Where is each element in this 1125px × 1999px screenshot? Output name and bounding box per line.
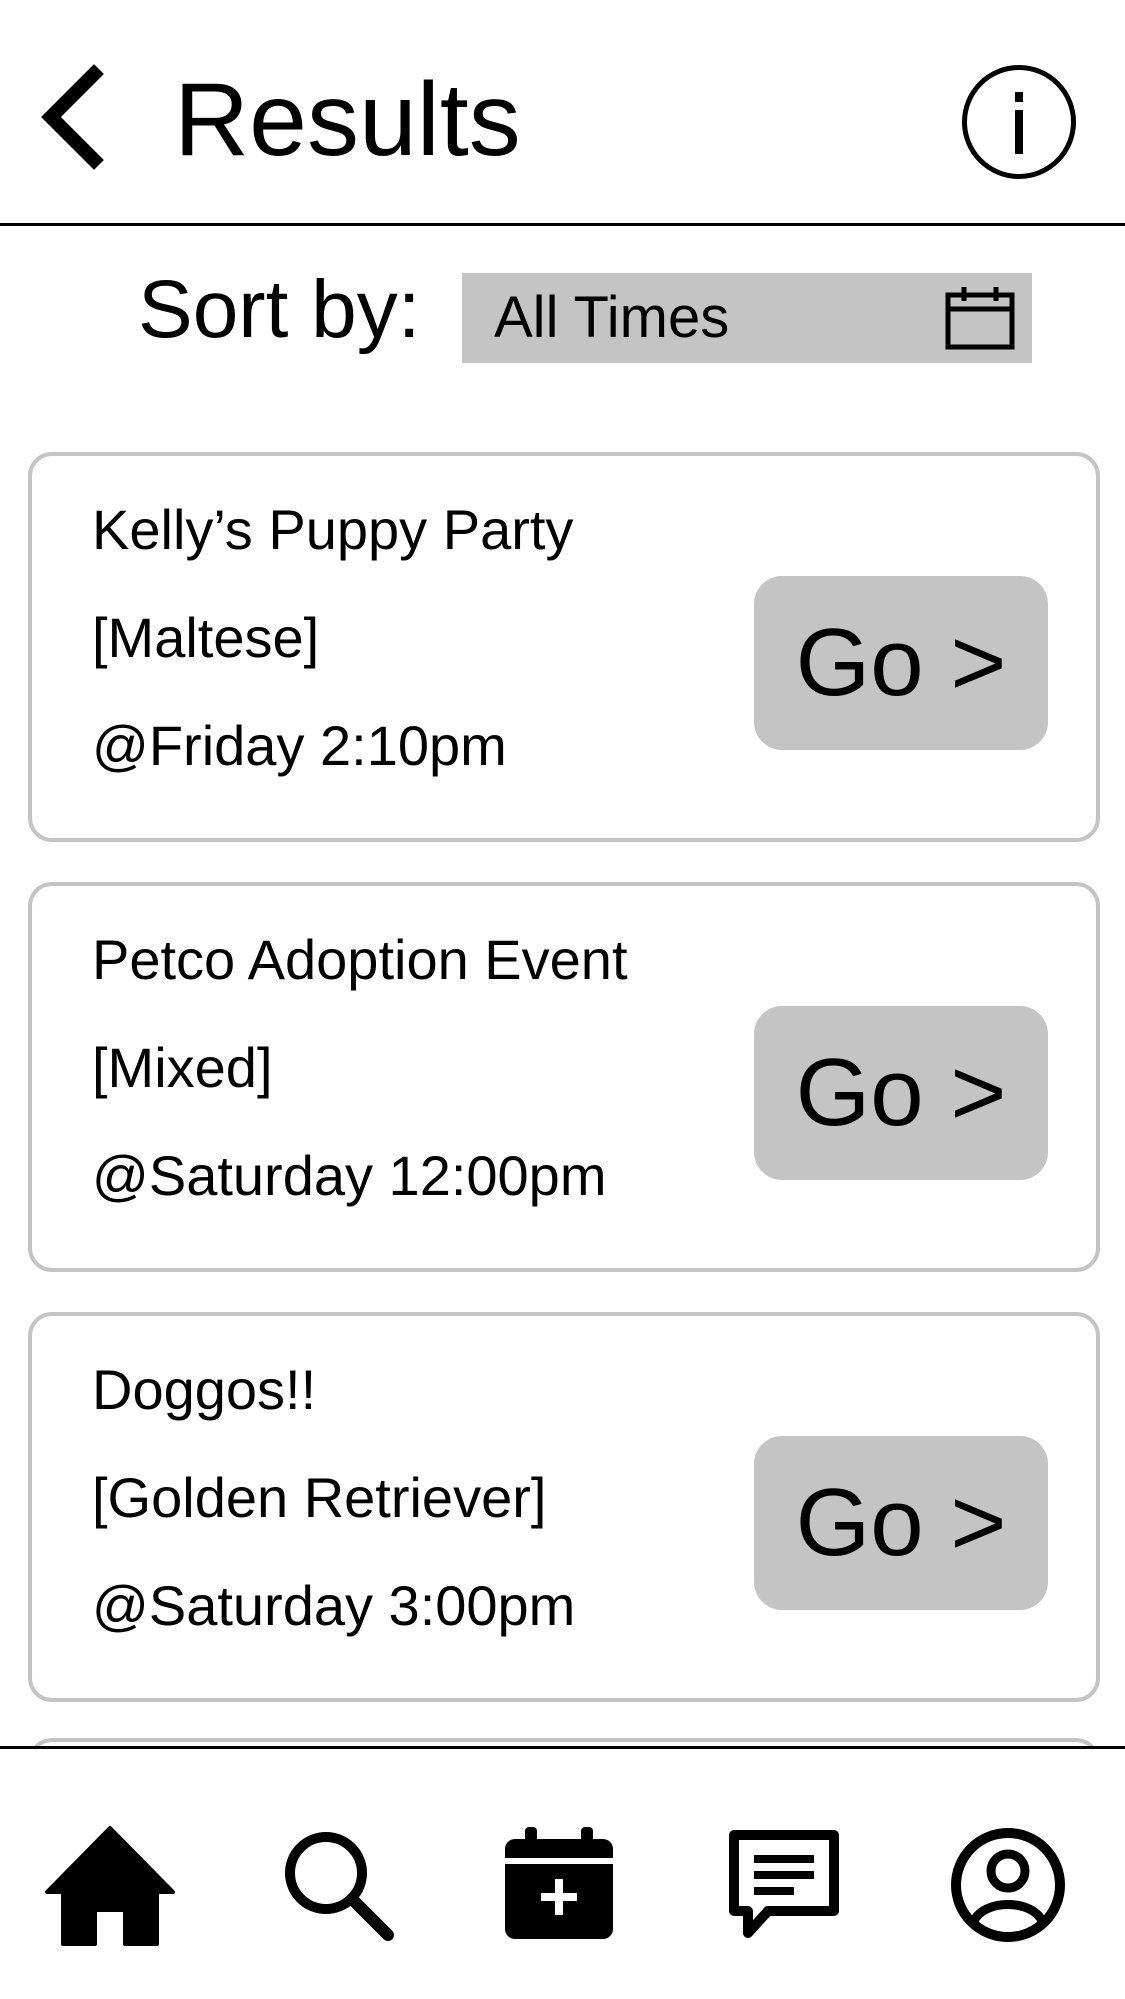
sort-value: All Times	[494, 285, 730, 350]
event-name: Kelly’s Puppy Party	[92, 498, 574, 561]
go-button[interactable]: Go >	[754, 1436, 1048, 1610]
event-name: Petco Adoption Event	[92, 928, 628, 991]
calendar-add-icon	[505, 1827, 613, 1939]
event-time: @Saturday 12:00pm	[92, 1144, 607, 1207]
go-button[interactable]: Go >	[754, 576, 1048, 750]
bottom-nav	[0, 1746, 1125, 1999]
event-card: Petco Adoption Event [Mixed] @Saturday 1…	[28, 882, 1100, 1272]
info-icon	[1015, 92, 1023, 154]
info-button[interactable]	[962, 65, 1076, 179]
back-button[interactable]	[34, 62, 114, 172]
event-details: Petco Adoption Event [Mixed] @Saturday 1…	[92, 928, 628, 1252]
search-icon	[285, 1832, 394, 1941]
calendar-icon	[945, 287, 1015, 350]
event-details: Kelly’s Puppy Party [Maltese] @Friday 2:…	[92, 498, 573, 822]
event-breed: [Golden Retriever]	[92, 1466, 547, 1529]
app-header: Results	[0, 0, 1125, 226]
chevron-left-icon	[41, 64, 104, 170]
go-button[interactable]: Go >	[754, 1006, 1048, 1180]
event-time: @Saturday 3:00pm	[92, 1574, 576, 1637]
event-time: @Friday 2:10pm	[92, 714, 507, 777]
page-title: Results	[174, 62, 521, 178]
event-card: Doggos!! [Golden Retriever] @Saturday 3:…	[28, 1312, 1100, 1702]
chat-icon	[729, 1830, 839, 1938]
nav-create-event[interactable]	[489, 1815, 629, 1955]
sort-dropdown[interactable]: All Times	[462, 273, 1032, 363]
profile-icon	[951, 1828, 1065, 1942]
nav-messages[interactable]	[714, 1815, 854, 1955]
event-card: Kelly’s Puppy Party [Maltese] @Friday 2:…	[28, 452, 1100, 842]
event-breed: [Mixed]	[92, 1036, 273, 1099]
event-name: Doggos!!	[92, 1358, 317, 1421]
nav-search[interactable]	[268, 1815, 408, 1955]
home-icon	[45, 1826, 175, 1946]
event-breed: [Maltese]	[92, 606, 320, 669]
event-details: Doggos!! [Golden Retriever] @Saturday 3:…	[92, 1358, 575, 1682]
sort-label: Sort by:	[138, 264, 421, 355]
nav-profile[interactable]	[938, 1815, 1078, 1955]
nav-home[interactable]	[40, 1815, 180, 1955]
sort-bar: Sort by: All Times	[0, 250, 1125, 370]
